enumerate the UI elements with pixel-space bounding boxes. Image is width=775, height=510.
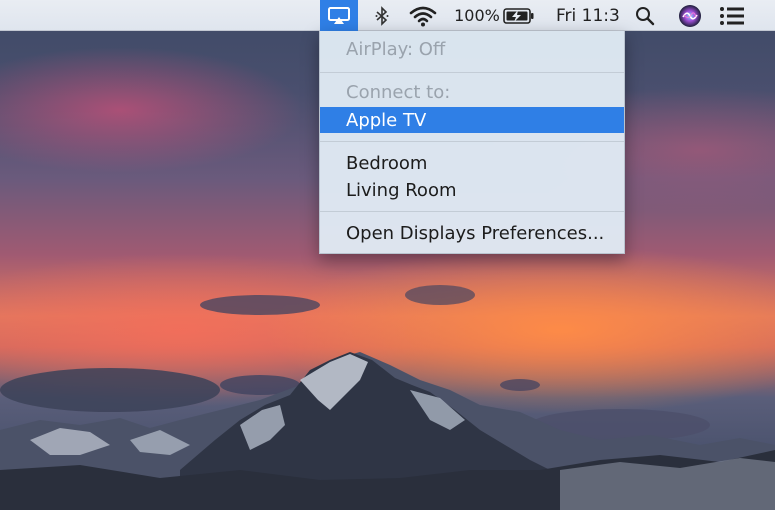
airplay-menu-button[interactable] bbox=[320, 0, 358, 31]
menu-separator bbox=[320, 141, 624, 142]
notification-center-button[interactable] bbox=[717, 0, 747, 31]
wifi-status[interactable] bbox=[406, 0, 440, 31]
battery-status[interactable] bbox=[501, 0, 537, 31]
wifi-icon bbox=[409, 6, 437, 26]
menu-bar-clock[interactable]: Fri 11:3 bbox=[556, 0, 632, 31]
siri-button[interactable] bbox=[677, 0, 703, 31]
device-item-apple-tv[interactable]: Apple TV bbox=[320, 107, 624, 133]
airplay-icon bbox=[328, 6, 350, 24]
airplay-menu: AirPlay: Off Connect to: Apple TV Bedroo… bbox=[319, 31, 625, 254]
spotlight-button[interactable] bbox=[632, 0, 658, 31]
open-displays-preferences-item[interactable]: Open Displays Preferences... bbox=[320, 220, 624, 246]
menu-separator bbox=[320, 211, 624, 212]
airplay-status-item: AirPlay: Off bbox=[346, 38, 446, 60]
notification-center-icon bbox=[720, 6, 744, 25]
desktop: 100% Fri 11:3 AirPlay: Off Connect to: A… bbox=[0, 0, 775, 510]
bluetooth-status[interactable] bbox=[369, 0, 395, 31]
connect-to-header: Connect to: bbox=[346, 81, 451, 103]
menu-bar: 100% Fri 11:3 bbox=[0, 0, 775, 31]
device-item-bedroom[interactable]: Bedroom bbox=[320, 150, 624, 176]
siri-icon bbox=[679, 4, 701, 27]
device-item-living-room[interactable]: Living Room bbox=[320, 177, 624, 203]
menu-separator bbox=[320, 72, 624, 73]
battery-percentage[interactable]: 100% bbox=[452, 0, 502, 31]
search-icon bbox=[636, 6, 655, 25]
bluetooth-icon bbox=[375, 5, 389, 26]
battery-charging-icon bbox=[503, 7, 534, 24]
